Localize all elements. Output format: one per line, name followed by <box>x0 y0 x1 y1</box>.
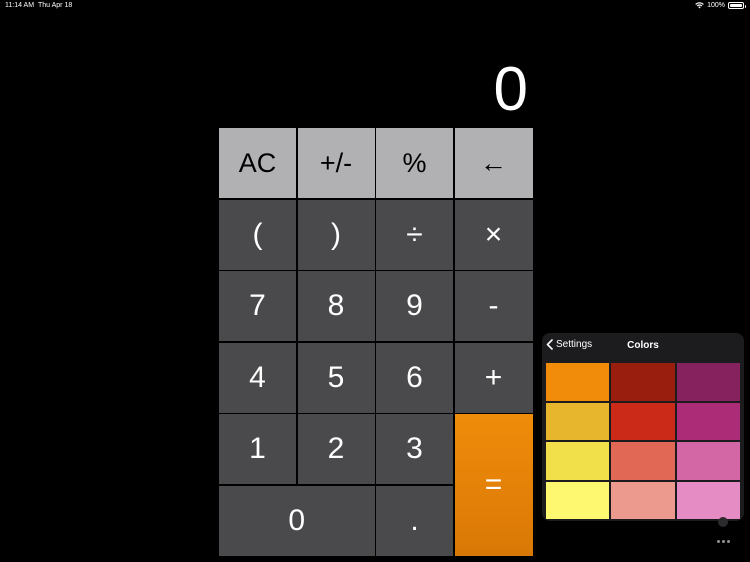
equals-button[interactable]: = <box>454 414 533 556</box>
divide-button[interactable]: ÷ <box>376 199 453 270</box>
percent-button[interactable]: % <box>376 128 453 198</box>
color-swatch[interactable] <box>611 363 675 401</box>
key-label: 1 <box>249 432 266 465</box>
key-label: - <box>488 289 499 322</box>
decimal-button[interactable]: . <box>376 485 453 556</box>
key-label: ÷ <box>406 217 423 251</box>
status-bar: 11:14 AM Thu Apr 18 100% <box>0 0 750 12</box>
color-swatch[interactable] <box>611 402 675 440</box>
key-label: 2 <box>327 432 345 465</box>
key-label: 3 <box>406 432 423 465</box>
multiply-button[interactable]: × <box>454 199 533 270</box>
subtract-button[interactable]: - <box>454 271 533 341</box>
color-swatch[interactable] <box>676 481 740 519</box>
key-label: 4 <box>249 360 266 394</box>
key-label: ) <box>331 217 341 251</box>
key-label: 9 <box>406 289 423 322</box>
color-swatch[interactable] <box>676 402 740 440</box>
color-swatch[interactable] <box>676 363 740 401</box>
more-options-icon[interactable] <box>717 540 730 543</box>
key-label: × <box>484 217 503 251</box>
key-label: AC <box>238 147 277 178</box>
key-label: + <box>484 360 503 394</box>
digit-4-button[interactable]: 4 <box>219 342 296 413</box>
key-label: ( <box>252 217 263 251</box>
digit-2-button[interactable]: 2 <box>297 414 375 484</box>
add-button[interactable]: + <box>454 342 533 413</box>
color-swatch[interactable] <box>676 442 740 480</box>
key-label: . <box>410 503 419 537</box>
colors-popover: Settings Colors <box>542 333 744 521</box>
key-label: 8 <box>327 289 345 322</box>
battery-percent: 100% <box>707 2 725 9</box>
color-swatch[interactable] <box>611 442 675 480</box>
open-paren-button[interactable]: ( <box>219 199 296 270</box>
digit-1-button[interactable]: 1 <box>219 414 296 484</box>
key-label: 0 <box>288 503 306 537</box>
status-date: Thu Apr 18 <box>38 2 73 9</box>
key-label: 5 <box>327 360 345 394</box>
key-label: +/- <box>319 147 353 178</box>
popover-title: Colors <box>627 340 659 351</box>
result-display: 0 <box>493 55 528 124</box>
digit-9-button[interactable]: 9 <box>376 271 453 341</box>
keypad: AC +/-% ← () ÷ × 7 8 9 - 4 5 6 +1 2 3 = 0. <box>219 128 533 556</box>
color-swatch-grid <box>546 363 740 519</box>
color-swatch[interactable] <box>546 481 610 519</box>
key-label: 7 <box>249 289 266 322</box>
wifi-icon <box>695 2 704 9</box>
battery-icon <box>728 2 746 9</box>
digit-6-button[interactable]: 6 <box>376 342 453 413</box>
color-swatch[interactable] <box>546 402 610 440</box>
digit-3-button[interactable]: 3 <box>376 414 453 484</box>
sign-toggle-button[interactable]: +/- <box>297 128 375 198</box>
backspace-button[interactable]: ← <box>454 128 533 198</box>
status-time: 11:14 AM <box>5 2 35 9</box>
digit-8-button[interactable]: 8 <box>297 271 375 341</box>
popover-header: Settings Colors <box>542 333 744 359</box>
digit-7-button[interactable]: 7 <box>219 271 296 341</box>
all-clear-button[interactable]: AC <box>219 128 296 198</box>
color-swatch[interactable] <box>546 442 610 480</box>
key-label: % <box>402 147 427 178</box>
color-swatch[interactable] <box>546 363 610 401</box>
status-indicators: 100% <box>695 2 746 9</box>
key-label: = <box>484 467 503 501</box>
key-label: 6 <box>406 360 423 394</box>
digit-0-button[interactable]: 0 <box>219 485 375 556</box>
color-swatch[interactable] <box>611 481 675 519</box>
drag-handle[interactable] <box>718 517 728 527</box>
digit-5-button[interactable]: 5 <box>297 342 375 413</box>
key-label: ← <box>480 147 507 178</box>
close-paren-button[interactable]: ) <box>297 199 375 270</box>
